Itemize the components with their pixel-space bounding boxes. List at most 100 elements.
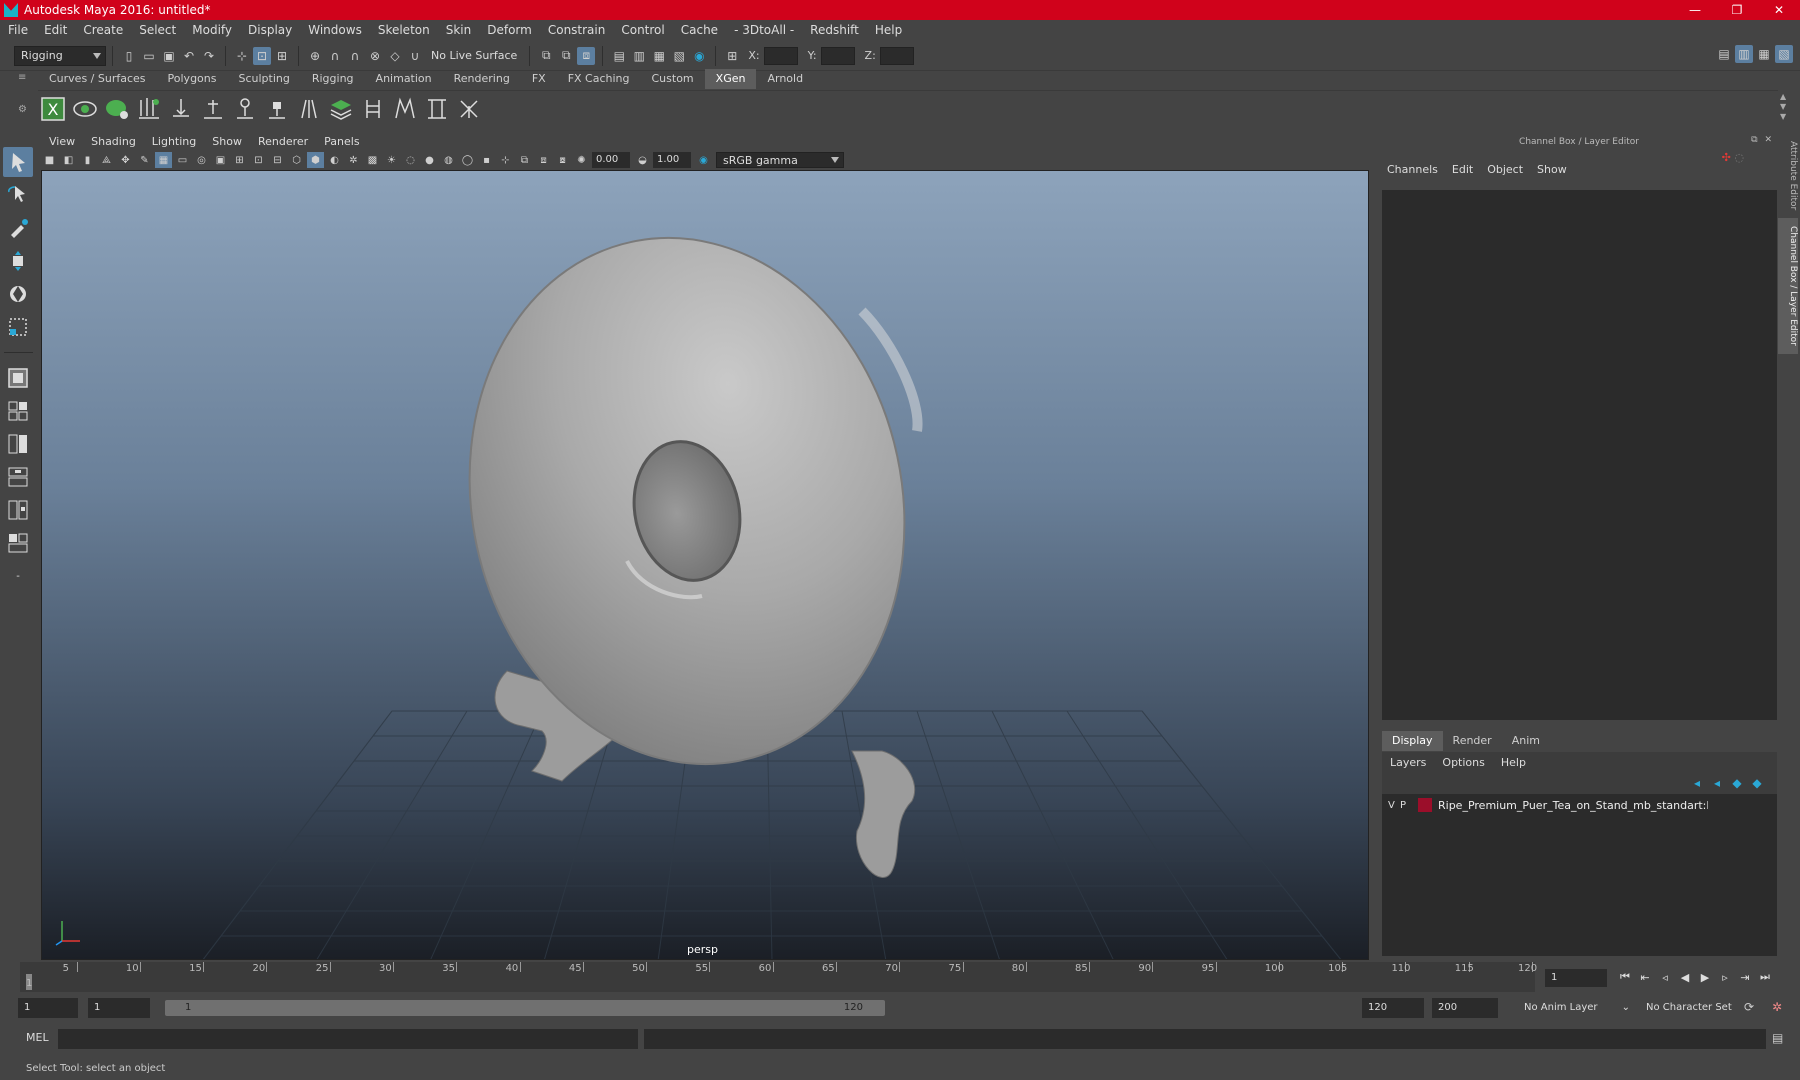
character-set-dropdown[interactable]: No Character Set	[1640, 998, 1746, 1018]
viewport-menu-show[interactable]: Show	[204, 135, 250, 148]
grid-toggle-icon[interactable]: ▦	[155, 152, 172, 168]
move-tool-icon[interactable]	[3, 246, 33, 276]
shadows-icon[interactable]: ◌	[402, 152, 419, 168]
channel-box-area[interactable]	[1382, 190, 1777, 720]
manipulator-icon[interactable]: ✣	[1722, 151, 1731, 164]
menu-file[interactable]: File	[0, 20, 36, 41]
shelf-tab-xgen[interactable]: XGen	[704, 69, 757, 89]
safe-action-icon[interactable]: ⊡	[250, 152, 267, 168]
new-scene-icon[interactable]: ▯	[120, 47, 138, 65]
layer-tab-render[interactable]: Render	[1443, 731, 1502, 751]
shelf-tab-custom[interactable]: Custom	[641, 69, 705, 89]
xgen-lock-guide-icon[interactable]	[262, 94, 292, 124]
xgen-normalize-guide-icon[interactable]	[422, 94, 452, 124]
step-forward-frame-icon[interactable]: ▹	[1715, 967, 1735, 987]
go-to-end-icon[interactable]: ⏭	[1755, 967, 1775, 987]
channels-show-menu[interactable]: Show	[1530, 163, 1574, 176]
xgen-guide-length-icon[interactable]	[294, 94, 324, 124]
y-field[interactable]	[820, 46, 855, 65]
undo-icon[interactable]: ↶	[180, 47, 198, 65]
motion-blur-icon[interactable]: ◍	[440, 152, 457, 168]
x-field[interactable]	[763, 46, 798, 65]
play-forwards-icon[interactable]: ▶	[1695, 967, 1715, 987]
two-d-pan-icon[interactable]: ✥	[117, 152, 134, 168]
menu-windows[interactable]: Windows	[300, 20, 370, 41]
layer-name[interactable]: Ripe_Premium_Puer_Tea_on_Stand_mb_standa…	[1438, 799, 1708, 812]
move-layer-up-icon[interactable]: ◂	[1688, 774, 1706, 792]
snap-point-icon[interactable]: ∩	[346, 47, 364, 65]
move-layer-down-icon[interactable]: ◂	[1708, 774, 1726, 792]
xgen-add-guide-icon[interactable]	[166, 94, 196, 124]
scene-end-field[interactable]: 200	[1432, 998, 1498, 1018]
channels-menu[interactable]: Channels	[1380, 163, 1445, 176]
isolate-select-icon[interactable]: ⊹	[497, 152, 514, 168]
shelf-tab-rigging[interactable]: Rigging	[301, 69, 365, 89]
render-view-icon[interactable]: ▤	[610, 47, 628, 65]
layer-visibility-toggle[interactable]: V	[1388, 800, 1400, 811]
maximize-button[interactable]: ❐	[1716, 0, 1758, 20]
magnet-icon[interactable]: ∪	[406, 47, 424, 65]
select-tool-icon[interactable]	[3, 147, 33, 177]
paint-select-tool-icon[interactable]	[3, 213, 33, 243]
xgen-place-guides-icon[interactable]	[134, 94, 164, 124]
xgen-preview-icon[interactable]	[70, 94, 100, 124]
layer-row[interactable]: V P Ripe_Premium_Puer_Tea_on_Stand_mb_st…	[1382, 794, 1777, 816]
mel-label[interactable]: MEL	[26, 1031, 49, 1044]
persp-graph-layout-icon[interactable]	[3, 528, 33, 558]
camera-select-icon[interactable]: ■	[41, 152, 58, 168]
wireframe-icon[interactable]: ⬡	[288, 152, 305, 168]
viewport-menu-shading[interactable]: Shading	[83, 135, 144, 148]
camera-attributes-icon[interactable]: ◧	[60, 152, 77, 168]
xgen-flip-guide-icon[interactable]	[358, 94, 388, 124]
wireframe-on-shaded-icon[interactable]: ✲	[345, 152, 362, 168]
menu-help[interactable]: Help	[867, 20, 910, 41]
menu-edit[interactable]: Edit	[36, 20, 75, 41]
xray-icon[interactable]: ⧉	[516, 152, 533, 168]
snap-view-icon[interactable]: ⊗	[366, 47, 384, 65]
outliner-layout-icon[interactable]	[3, 462, 33, 492]
command-input[interactable]	[58, 1029, 638, 1049]
viewport-menu-renderer[interactable]: Renderer	[250, 135, 316, 148]
xgen-editor-icon[interactable]: X	[38, 94, 68, 124]
xray-components-icon[interactable]: ⧇	[554, 152, 571, 168]
live-surface-label[interactable]: No Live Surface	[431, 49, 517, 62]
smooth-shade-icon[interactable]: ⬢	[307, 152, 324, 168]
menu-constrain[interactable]: Constrain	[540, 20, 614, 41]
shelf-tab-fx[interactable]: FX	[521, 69, 557, 89]
more-layouts-icon[interactable]: -	[3, 561, 33, 591]
channels-edit-menu[interactable]: Edit	[1445, 163, 1480, 176]
select-hierarchy-icon[interactable]: ⊹	[233, 47, 251, 65]
shelf-scroll-icon[interactable]: ▲ ▼ ▼	[1780, 92, 1786, 122]
field-chart-icon[interactable]: ⊞	[231, 152, 248, 168]
resolution-gate-icon[interactable]: ◎	[193, 152, 210, 168]
grease-pencil-icon[interactable]: ✎	[136, 152, 153, 168]
lasso-tool-icon[interactable]	[3, 180, 33, 210]
viewport-menu-panels[interactable]: Panels	[316, 135, 367, 148]
select-component-icon[interactable]: ⊞	[273, 47, 291, 65]
layer-tab-display[interactable]: Display	[1382, 731, 1443, 751]
scale-tool-icon[interactable]	[3, 312, 33, 342]
safe-title-icon[interactable]: ⊟	[269, 152, 286, 168]
layer-playback-toggle[interactable]: P	[1400, 800, 1412, 811]
view-transform-dropdown[interactable]: sRGB gamma	[716, 152, 844, 168]
xgen-bend-guide-icon[interactable]	[230, 94, 260, 124]
hypershade-icon[interactable]: ◉	[690, 47, 708, 65]
layer-help-menu[interactable]: Help	[1493, 756, 1534, 769]
gamma-field[interactable]: 1.00	[653, 152, 691, 168]
xgen-sculpt-guide-icon[interactable]	[198, 94, 228, 124]
viewport-menu-view[interactable]: View	[41, 135, 83, 148]
gamma-icon[interactable]: ◒	[634, 152, 651, 168]
lock-icon[interactable]: ◌	[1734, 151, 1744, 164]
step-back-frame-icon[interactable]: ◃	[1655, 967, 1675, 987]
shelf-tab-fx-caching[interactable]: FX Caching	[557, 69, 641, 89]
menu-control[interactable]: Control	[613, 20, 672, 41]
range-slider[interactable]: 1 120	[165, 1000, 885, 1016]
scene-start-field[interactable]: 1	[18, 998, 78, 1018]
menu-redshift[interactable]: Redshift	[802, 20, 867, 41]
shelf-tab-polygons[interactable]: Polygons	[157, 69, 228, 89]
step-back-key-icon[interactable]: ⇤	[1635, 967, 1655, 987]
render-frame-icon[interactable]: ▥	[630, 47, 648, 65]
new-layer-selected-icon[interactable]: ◆	[1748, 774, 1766, 792]
script-editor-icon[interactable]: ▤	[1772, 1031, 1783, 1045]
shelf-tab-sculpting[interactable]: Sculpting	[227, 69, 300, 89]
